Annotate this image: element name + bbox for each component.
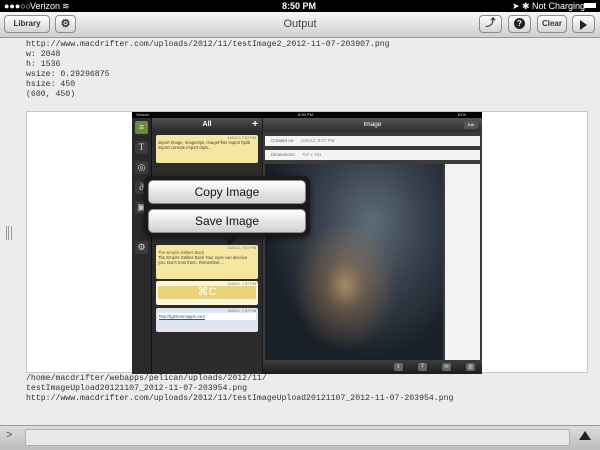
gear-icon: ⚙ <box>135 241 148 254</box>
drag-handle-icon[interactable] <box>6 226 12 240</box>
shot-created-value: 11/6/12, 8:07 PM <box>300 138 335 143</box>
shot-detail-title: Image <box>363 121 382 128</box>
play-icon <box>580 20 587 30</box>
help-icon: ? <box>514 18 525 29</box>
output-line: h: 1536 <box>26 60 61 69</box>
shot-notes-list: All + 11/6/12, 7:57 PM import Image, Ima… <box>152 118 262 374</box>
text-icon: T <box>135 141 148 154</box>
output-line: testImageUpload20121107_2012-11-07-20395… <box>26 384 248 393</box>
shot-blank-column <box>445 164 480 360</box>
command-input[interactable] <box>25 429 570 446</box>
shot-note-text: import Image, ImageOps, ImageFilter impo… <box>158 140 251 150</box>
wifi-icon: ≋ <box>62 1 70 11</box>
location-icon: ➤ <box>512 1 520 11</box>
history-up-icon[interactable] <box>579 431 591 440</box>
shot-note: 11/6/12, 7:37 PM ⌘C <box>156 281 258 305</box>
copy-image-button: Copy Image <box>148 180 306 204</box>
shot-note: 11/6/12, 7:57 PM import Image, ImageOps,… <box>156 135 258 163</box>
gear-icon: ⚙ <box>60 18 71 30</box>
mail-icon: ✉ <box>442 363 451 371</box>
shot-tool-column: ≡ T ◎ ∂ ▣ ⚙ <box>132 118 152 374</box>
settings-button[interactable]: ⚙ <box>55 15 76 33</box>
signal-icon: ●●●○○ <box>4 1 32 11</box>
shot-note: 11/6/12, 7:57 PM The Empire Strikes Back… <box>156 245 258 279</box>
status-bar: ●●●○○ Verizon ≋ 8:50 PM ➤ ✱ Not Charging <box>0 0 600 12</box>
input-bar: > <box>0 425 600 450</box>
page-title: Output <box>283 18 317 30</box>
output-line: /home/macdrifter/webapps/pelican/uploads… <box>26 374 267 383</box>
shot-note-text: http://lightroomapps.com <box>158 313 256 320</box>
output-line: wsize: 0.29296875 <box>26 70 110 79</box>
library-button[interactable]: Library <box>4 15 50 33</box>
text-icon: T <box>418 363 427 371</box>
shot-created-field: Created on: 11/6/12, 8:07 PM <box>265 136 480 146</box>
bluetooth-icon: ✱ <box>522 1 530 11</box>
shot-note-text: The Empire Strikes Back Your eyes can de… <box>158 255 248 265</box>
share-icon: ⇪ <box>394 363 403 371</box>
embedded-screenshot: Verizon 8:59 PM 61% ≡ T ◎ ∂ ▣ ⚙ All + 11… <box>132 112 482 374</box>
shot-popover: Copy Image Save Image <box>144 176 310 245</box>
add-icon: + <box>252 119 258 130</box>
output-line: http://www.macdrifter.com/uploads/2012/1… <box>26 40 390 49</box>
shot-created-label: Created on: <box>271 138 295 143</box>
shot-note: 11/6/12, 7:37 PM http://lightroomapps.co… <box>156 308 258 332</box>
shot-dimensions-field: Dimensions: 707 x 761 <box>265 150 480 160</box>
shot-dimensions-value: 707 x 761 <box>301 152 322 157</box>
output-line: w: 2048 <box>26 50 61 59</box>
list-icon: ≡ <box>135 121 148 134</box>
shot-bottom-bar: ⇪ T ✉ ▥ <box>263 360 482 374</box>
output-line: (600, 450) <box>26 90 76 99</box>
shot-detail-header: Image Edit <box>263 118 482 132</box>
battery-status: Not Charging <box>532 1 586 11</box>
battery-icon <box>584 3 596 8</box>
output-line: http://www.macdrifter.com/uploads/2012/1… <box>26 394 454 403</box>
shot-list-header: All + <box>152 118 262 132</box>
shot-note-text: ⌘C <box>158 286 256 299</box>
clock: 8:50 PM <box>282 1 317 11</box>
share-button[interactable]: ⤴ <box>479 15 502 33</box>
shot-edit-button: Edit <box>464 121 478 129</box>
carrier-label: Verizon <box>30 1 61 11</box>
run-button[interactable] <box>572 15 595 33</box>
share-icon: ⤴ <box>485 18 496 29</box>
prompt-chevron-icon: > <box>6 429 13 441</box>
globe-icon: ◎ <box>135 161 148 174</box>
shot-list-title: All <box>202 121 212 128</box>
shot-dimensions-label: Dimensions: <box>271 152 296 157</box>
save-image-button: Save Image <box>148 209 306 233</box>
trash-icon: ▥ <box>466 363 475 371</box>
shot-detail-pane: Image Edit Created on: 11/6/12, 8:07 PM D… <box>263 118 482 374</box>
toolbar: Library ⚙ Output ⤴ ? Clear <box>0 12 600 38</box>
clear-button[interactable]: Clear <box>537 15 567 33</box>
help-button[interactable]: ? <box>508 15 531 33</box>
output-line: hsize: 450 <box>26 80 76 89</box>
